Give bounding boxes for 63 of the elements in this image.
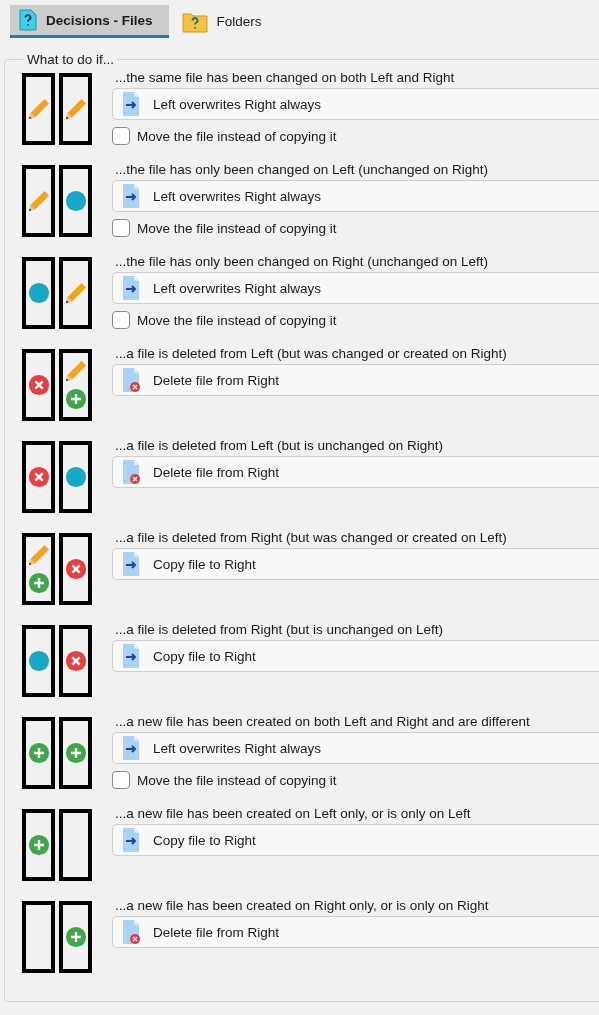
checkbox[interactable] — [112, 311, 130, 329]
left-state-drawing — [22, 717, 55, 789]
left-state-drawing — [22, 441, 55, 513]
group-title: What to do if... — [26, 52, 116, 67]
condition-text: ...a file is deleted from Left (but is unchanged on Right) — [115, 437, 444, 454]
help-folder-icon — [181, 10, 208, 33]
action-dropdown[interactable]: Delete file from Right — [112, 916, 599, 948]
copy-document-icon — [121, 551, 141, 577]
condition-text: ...the same file has been changed on both Left and Right — [115, 69, 456, 86]
left-state-drawing — [22, 349, 55, 421]
right-state-drawing — [59, 533, 92, 605]
condition-text: ...a new file has been created on both Left and Right and are different — [115, 713, 531, 730]
left-state-drawing — [22, 809, 55, 881]
delete-document-icon — [121, 459, 141, 485]
right-state-drawing — [59, 73, 92, 145]
right-state-drawing — [59, 901, 92, 973]
left-state-drawing — [22, 901, 55, 973]
action-dropdown[interactable]: Delete file from Right — [112, 456, 599, 488]
left-state-drawing — [22, 165, 55, 237]
action-dropdown[interactable]: Delete file from Right — [112, 364, 599, 396]
left-state-drawing — [22, 257, 55, 329]
checkbox-label: Move the file instead of copying it — [137, 128, 337, 144]
action-dropdown[interactable]: Copy file to Right — [112, 824, 599, 856]
help-document-icon — [19, 9, 37, 31]
checkbox-label: Move the file instead of copying it — [137, 312, 337, 328]
right-state-drawing — [59, 257, 92, 329]
action-dropdown[interactable]: Left overwrites Right always — [112, 180, 599, 212]
checkbox[interactable] — [112, 127, 130, 145]
checkbox[interactable] — [112, 219, 130, 237]
checkbox-label: Move the file instead of copying it — [137, 220, 337, 236]
right-state-drawing — [59, 809, 92, 881]
action-dropdown[interactable]: Copy file to Right — [112, 640, 599, 672]
right-state-drawing — [59, 717, 92, 789]
condition-text: ...a file is deleted from Right (but was changed or created on Left) — [115, 529, 508, 546]
copy-document-icon — [121, 183, 141, 209]
delete-document-icon — [121, 367, 141, 393]
tab[interactable]: Decisions - Files — [10, 5, 169, 38]
action-dropdown[interactable]: Left overwrites Right always — [112, 732, 599, 764]
action-dropdown[interactable]: Left overwrites Right always — [112, 88, 599, 120]
checkbox[interactable] — [112, 771, 130, 789]
delete-document-icon — [121, 919, 141, 945]
condition-text: ...the file has only been changed on Left (unchanged on Right) — [115, 161, 490, 178]
action-dropdown[interactable]: Left overwrites Right always — [112, 272, 599, 304]
copy-document-icon — [121, 827, 141, 853]
checkbox-label: Move the file instead of copying it — [137, 772, 337, 788]
right-state-drawing — [59, 165, 92, 237]
right-state-drawing — [59, 625, 92, 697]
condition-text: ...a file is deleted from Right (but is unchanged on Left) — [115, 621, 444, 638]
right-state-drawing — [59, 441, 92, 513]
action-dropdown[interactable]: Copy file to Right — [112, 548, 599, 580]
left-state-drawing — [22, 73, 55, 145]
condition-text: ...a new file has been created on Left only, or is only on Left — [115, 805, 472, 822]
left-state-drawing — [22, 625, 55, 697]
condition-text: ...a new file has been created on Right only, or is only on Right — [115, 897, 490, 914]
copy-document-icon — [121, 275, 141, 301]
tab[interactable]: Folders — [172, 5, 274, 38]
condition-text: ...the file has only been changed on Right (unchanged on Left) — [115, 253, 490, 270]
copy-document-icon — [121, 735, 141, 761]
condition-text: ...a file is deleted from Left (but was changed or created on Right) — [115, 345, 508, 362]
copy-document-icon — [121, 91, 141, 117]
left-state-drawing — [22, 533, 55, 605]
right-state-drawing — [59, 349, 92, 421]
copy-document-icon — [121, 643, 141, 669]
